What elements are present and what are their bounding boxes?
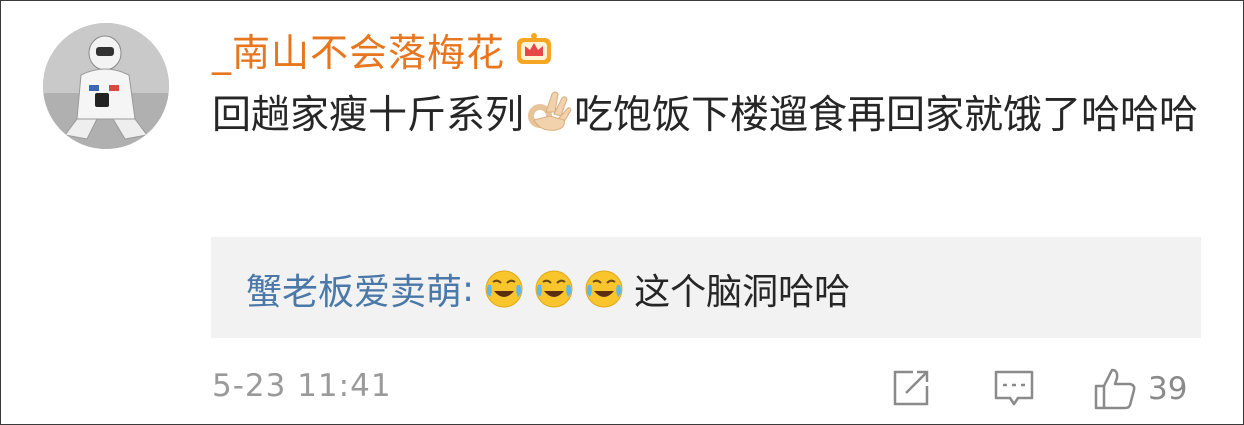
timestamp: 5-23 11:41: [212, 368, 392, 404]
reply-username-link[interactable]: 蟹老板爱卖萌: [246, 263, 462, 315]
comment-button[interactable]: [992, 366, 1036, 410]
reply-text: 这个脑洞哈哈: [634, 272, 851, 313]
astronaut-avatar-image: [43, 23, 169, 149]
thumbs-up-icon: [1094, 368, 1136, 410]
comment-text-part2: 吃饱饭下楼遛食再回家就饿了哈哈哈: [574, 93, 1199, 138]
username-link[interactable]: _南山不会落梅花: [212, 22, 505, 77]
like-button[interactable]: 39: [1092, 366, 1187, 412]
comment-card: [0, 0, 1244, 425]
share-button[interactable]: [889, 366, 933, 410]
reply-line: 蟹老板爱卖萌 : 这个脑洞哈哈: [246, 263, 850, 315]
laugh-cry-emoji: [485, 270, 523, 308]
like-count: 39: [1148, 371, 1188, 407]
comment-text-part1: 回趟家瘦十斤系列: [212, 93, 525, 138]
username-row: _南山不会落梅花: [212, 22, 555, 77]
share-edit-icon: [893, 370, 929, 406]
reply-colon: :: [462, 268, 475, 310]
crown-vip-icon[interactable]: [513, 28, 555, 70]
ok-hand-emoji: [528, 91, 572, 131]
reply-box[interactable]: 蟹老板爱卖萌 : 这个脑洞哈哈: [211, 237, 1201, 338]
laugh-cry-emoji: [535, 270, 573, 308]
avatar[interactable]: [43, 23, 169, 149]
laugh-cry-emoji: [585, 270, 623, 308]
comment-text: 回趟家瘦十斤系列 吃饱饭下楼遛食再回家就饿了哈哈哈: [212, 88, 1202, 143]
comment-icon: [994, 370, 1034, 406]
